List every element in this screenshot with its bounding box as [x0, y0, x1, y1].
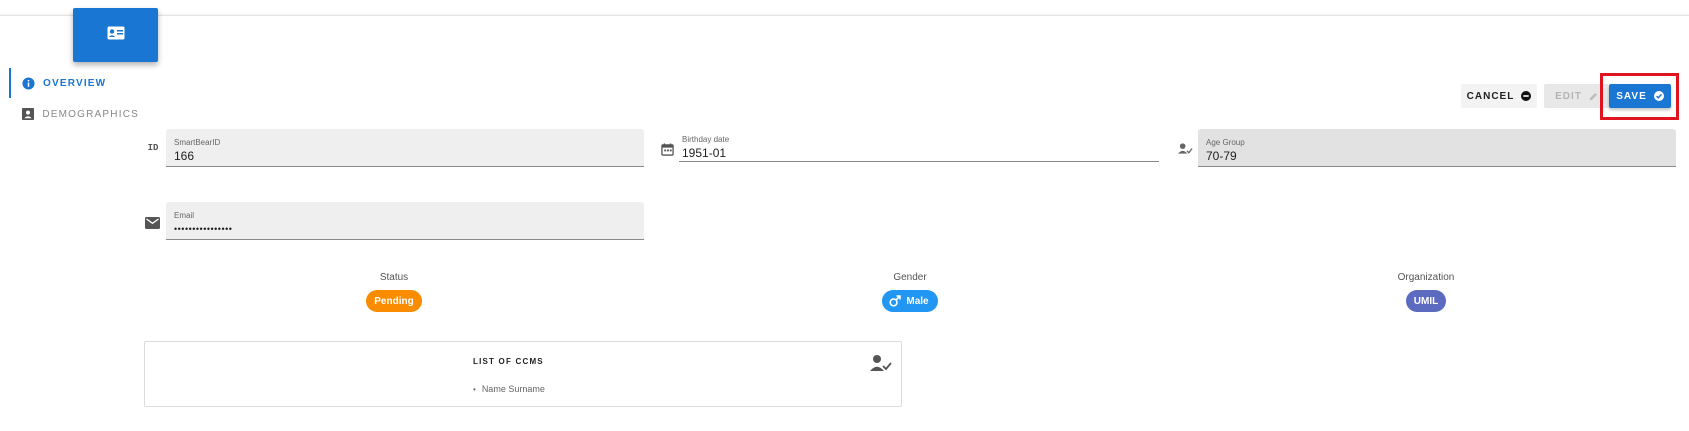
status-group: Status Pending: [344, 272, 444, 312]
age-group-value: 70-79: [1206, 149, 1237, 163]
id-card-icon: [107, 26, 125, 45]
person-check-icon[interactable]: [870, 354, 892, 377]
age-group-label: Age Group: [1206, 138, 1245, 147]
nav-item-label: DEMOGRAPHICS: [42, 108, 139, 120]
edit-button[interactable]: EDIT: [1544, 84, 1609, 108]
ccms-list: Name Surname: [473, 384, 545, 394]
email-label: Email: [174, 211, 195, 220]
nav-item-overview[interactable]: OVERVIEW: [9, 68, 139, 98]
gender-title: Gender: [893, 272, 927, 283]
minus-circle-icon: [1521, 91, 1532, 101]
smartbear-id-field[interactable]: SmartBearID 166: [166, 129, 644, 167]
header-badge: [73, 8, 158, 62]
cancel-label: CANCEL: [1466, 90, 1515, 102]
smartbear-id-value: 166: [174, 149, 195, 163]
organization-value: UMIL: [1413, 295, 1439, 307]
calendar-icon: [658, 140, 676, 158]
person-card-icon: [21, 107, 34, 121]
birthday-label: Birthday date: [682, 135, 730, 144]
person-check-icon: [1176, 139, 1194, 157]
edit-label: EDIT: [1555, 90, 1582, 102]
info-icon: [21, 76, 35, 90]
cancel-button[interactable]: CANCEL: [1461, 84, 1537, 108]
nav-item-demographics[interactable]: DEMOGRAPHICS: [9, 99, 139, 129]
id-prefix-label: ID: [147, 143, 159, 153]
ccms-card: LIST OF CCMS Name Surname: [144, 341, 902, 407]
status-title: Status: [379, 272, 409, 283]
pencil-icon: [1589, 92, 1598, 101]
organization-group: Organization UMIL: [1376, 272, 1476, 312]
gender-badge: Male: [882, 290, 938, 312]
save-button[interactable]: SAVE: [1609, 84, 1671, 108]
envelope-icon: [143, 214, 161, 232]
age-group-field: Age Group 70-79: [1198, 129, 1676, 167]
check-circle-icon: [1653, 91, 1664, 101]
gender-value: Male: [906, 295, 929, 307]
nav-item-label: OVERVIEW: [43, 77, 107, 89]
male-icon: [889, 295, 902, 307]
status-value: Pending: [374, 295, 414, 307]
organization-title: Organization: [1397, 272, 1455, 283]
gender-group: Gender Male: [860, 272, 960, 312]
email-value: ••••••••••••••••: [174, 224, 233, 234]
smartbear-id-label: SmartBearID: [174, 138, 221, 147]
save-label: SAVE: [1616, 90, 1647, 102]
list-item: Name Surname: [473, 384, 545, 394]
birthday-field[interactable]: Birthday date 1951-01: [679, 126, 1159, 162]
email-field[interactable]: Email ••••••••••••••••: [166, 202, 644, 240]
birthday-value: 1951-01: [682, 146, 727, 160]
status-badge: Pending: [366, 290, 422, 312]
ccms-title: LIST OF CCMS: [473, 357, 544, 366]
organization-badge: UMIL: [1405, 290, 1447, 312]
